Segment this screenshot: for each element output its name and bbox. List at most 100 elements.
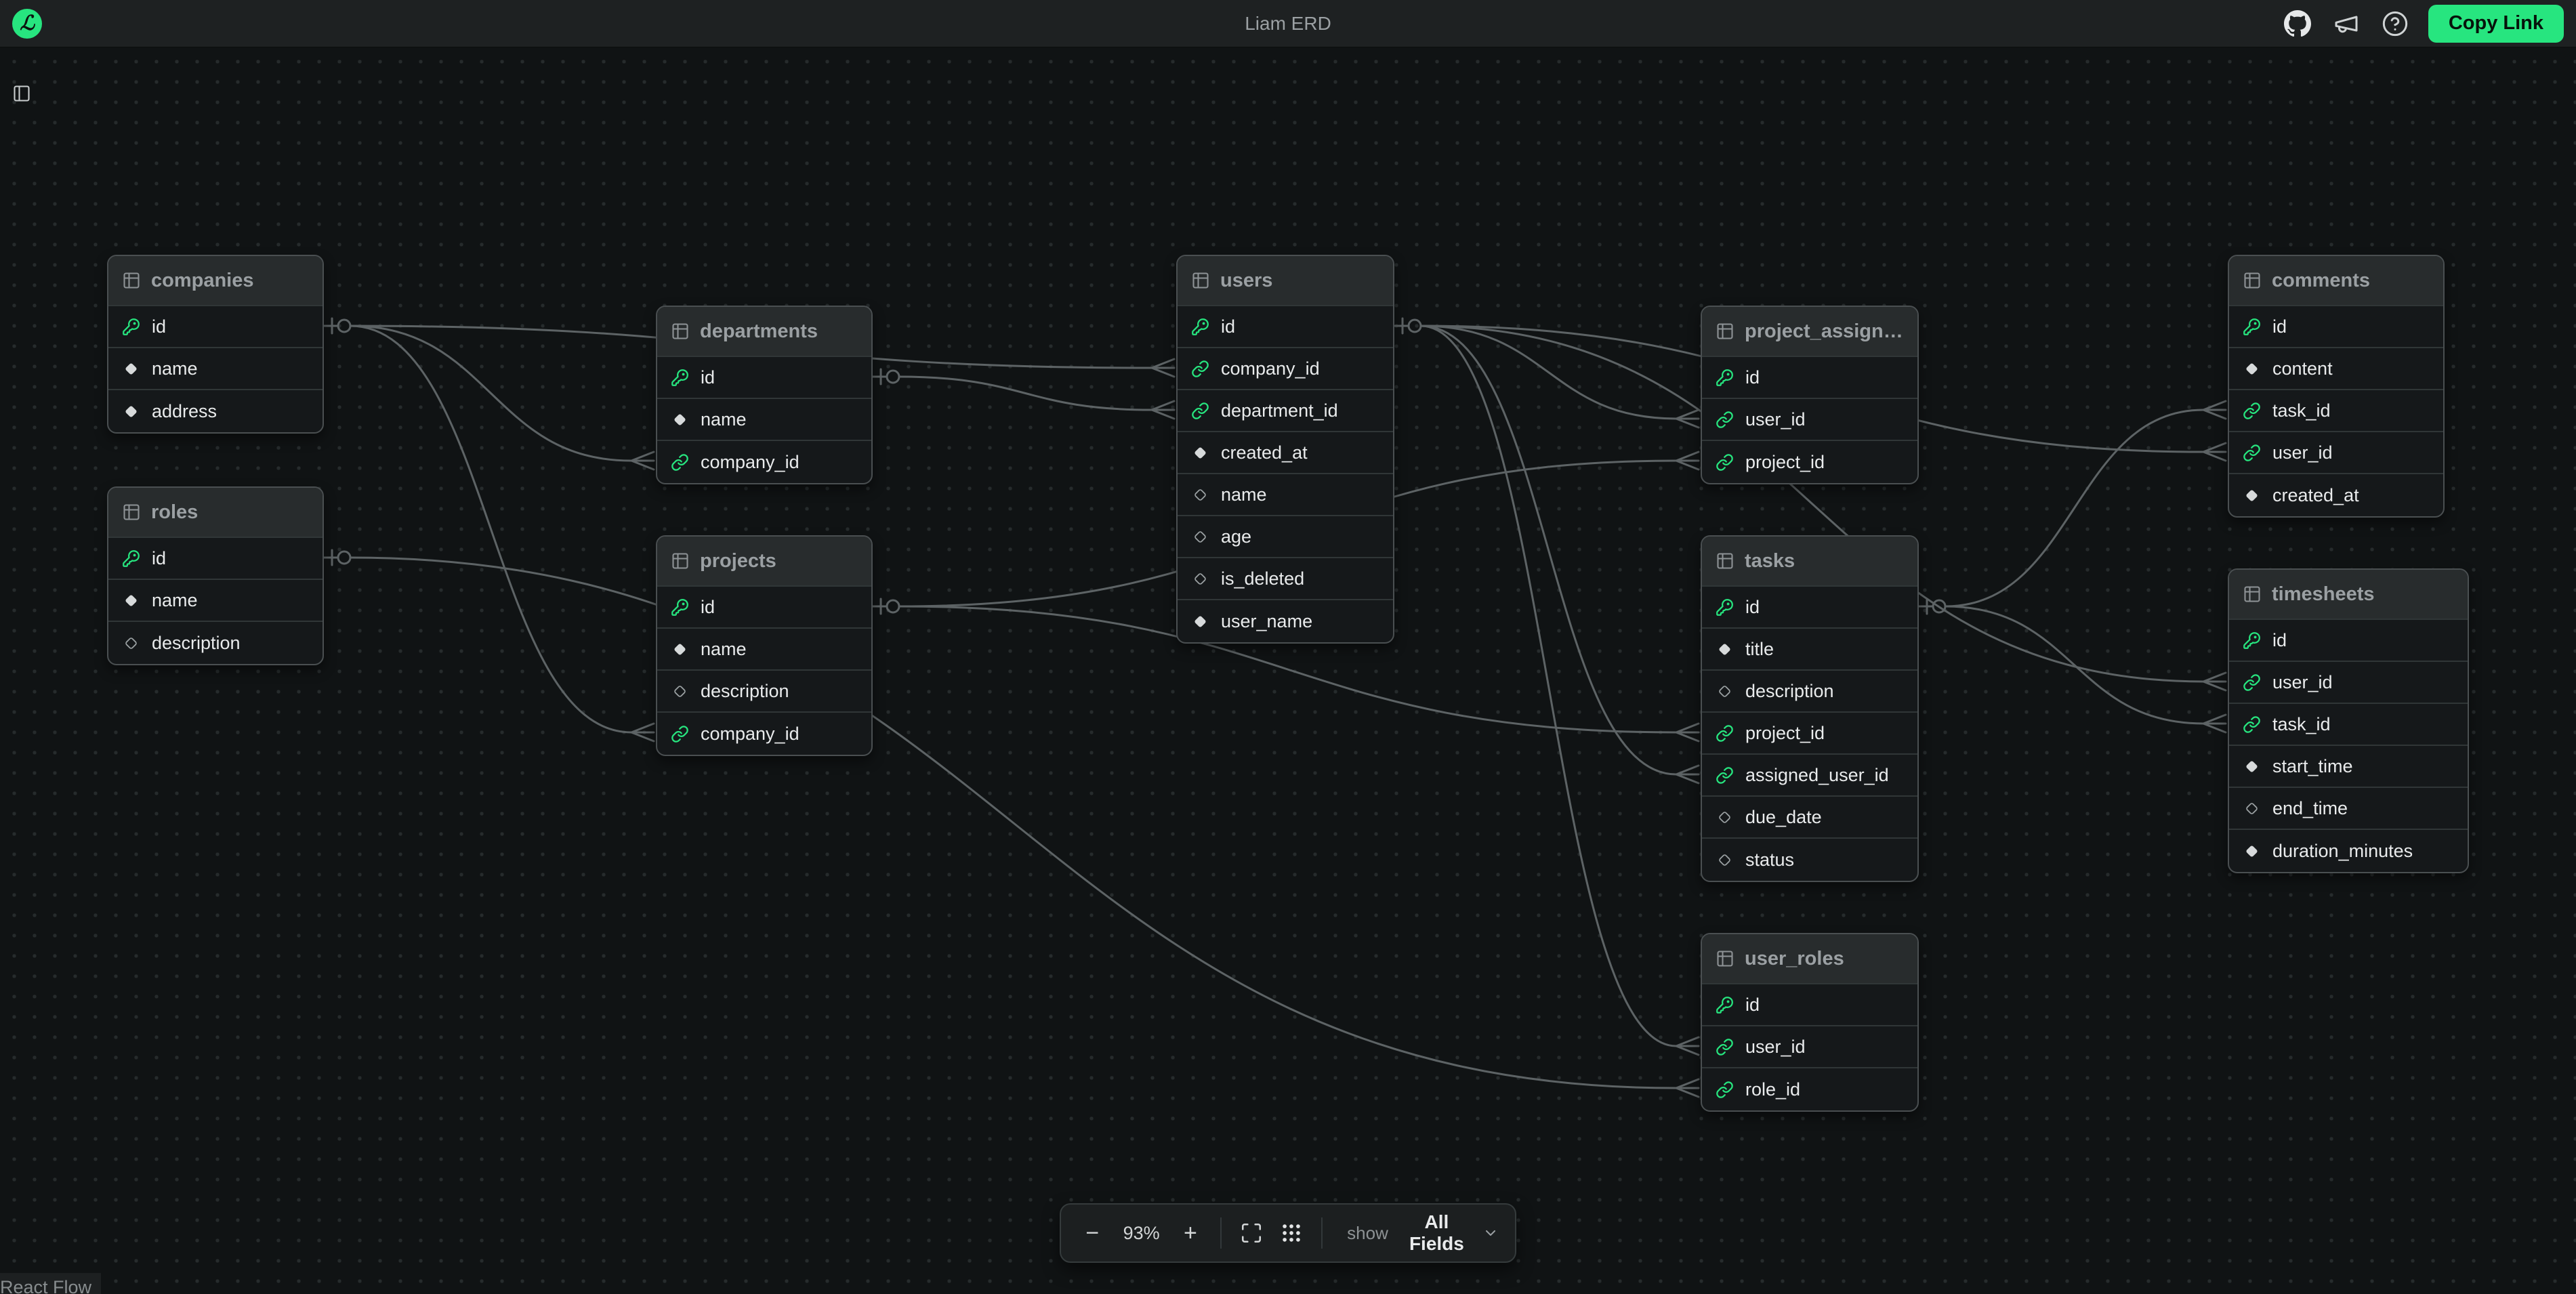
foreign-key-link-icon: [1191, 402, 1209, 420]
column-row-departments-company_id[interactable]: company_id: [657, 441, 871, 483]
column-row-tasks-assigned_user_id[interactable]: assigned_user_id: [1702, 755, 1917, 797]
foreign-key-link-icon: [1716, 766, 1734, 785]
column-name: id: [2272, 316, 2287, 337]
feedback-button[interactable]: [2331, 8, 2362, 39]
column-row-roles-description[interactable]: description: [108, 622, 323, 664]
column-name: user_id: [1745, 1037, 1806, 1058]
column-row-tasks-title[interactable]: title: [1702, 629, 1917, 671]
nullable-icon: [1716, 851, 1734, 869]
help-button[interactable]: [2380, 8, 2411, 39]
foreign-key-link-icon: [2243, 444, 2261, 462]
table-node-project_assignments[interactable]: project_assignme...iduser_id project_id: [1701, 306, 1919, 484]
table-header-projects[interactable]: projects: [657, 537, 871, 587]
table-header-user_roles[interactable]: user_roles: [1702, 934, 1917, 984]
column-row-projects-company_id[interactable]: company_id: [657, 713, 871, 755]
table-header-departments[interactable]: departments: [657, 307, 871, 357]
react-flow-attribution[interactable]: React Flow: [0, 1273, 101, 1294]
column-row-comments-content[interactable]: content: [2229, 348, 2443, 390]
column-row-timesheets-end_time[interactable]: end_time: [2229, 788, 2468, 830]
column-name: title: [1745, 639, 1774, 660]
table-header-users[interactable]: users: [1178, 256, 1393, 306]
sidebar-toggle-button[interactable]: [8, 80, 35, 109]
column-name: created_at: [1221, 442, 1308, 463]
app-header: ℒ Liam ERD Copy Link: [0, 0, 2576, 47]
table-header-companies[interactable]: companies: [108, 256, 323, 306]
table-header-roles[interactable]: roles: [108, 488, 323, 538]
toolbar-divider: [1220, 1217, 1222, 1249]
erd-canvas[interactable]: [0, 47, 2576, 1294]
column-row-users-created_at[interactable]: created_at: [1178, 432, 1393, 474]
column-row-companies-name[interactable]: name: [108, 348, 323, 390]
column-row-roles-name[interactable]: name: [108, 580, 323, 622]
column-row-users-id[interactable]: id: [1178, 306, 1393, 348]
table-header-project_assignments[interactable]: project_assignme...: [1702, 307, 1917, 357]
column-row-timesheets-user_id[interactable]: user_id: [2229, 662, 2468, 704]
table-node-roles[interactable]: rolesidnamedescription: [107, 486, 324, 665]
table-node-tasks[interactable]: tasksid title descriptionproject_idassigne…: [1701, 535, 1919, 882]
column-row-tasks-id[interactable]: id: [1702, 587, 1917, 629]
column-row-companies-address[interactable]: address: [108, 390, 323, 432]
column-name: company_id: [1221, 358, 1320, 379]
column-row-users-user_name[interactable]: user_name: [1178, 600, 1393, 642]
column-name: project_id: [1745, 452, 1825, 473]
column-row-timesheets-start_time[interactable]: start_time: [2229, 746, 2468, 788]
column-row-roles-id[interactable]: id: [108, 538, 323, 580]
column-row-users-department_id[interactable]: department_id: [1178, 390, 1393, 432]
column-row-project_assignments-project_id[interactable]: project_id: [1702, 441, 1917, 483]
table-node-users[interactable]: users id company_id department_id created_at…: [1176, 255, 1394, 644]
not-null-icon: [122, 591, 140, 610]
zoom-out-button[interactable]: −: [1077, 1214, 1108, 1252]
column-row-comments-user_id[interactable]: user_id: [2229, 432, 2443, 474]
column-row-timesheets-task_id[interactable]: task_id: [2229, 704, 2468, 746]
column-row-projects-description[interactable]: description: [657, 671, 871, 713]
table-icon: [122, 503, 141, 522]
table-header-tasks[interactable]: tasks: [1702, 537, 1917, 587]
not-null-icon: [671, 411, 689, 429]
table-node-comments[interactable]: comments id contenttask_iduser_idcreated_a…: [2228, 255, 2445, 518]
column-row-project_assignments-user_id[interactable]: user_id: [1702, 399, 1917, 441]
column-row-projects-name[interactable]: name: [657, 629, 871, 671]
tidy-up-button[interactable]: [1276, 1214, 1307, 1252]
column-name: is_deleted: [1221, 568, 1304, 589]
fields-filter-dropdown[interactable]: All Fields: [1398, 1211, 1499, 1255]
table-node-departments[interactable]: departmentsidnamecompany_id: [656, 306, 873, 484]
toolbar-divider: [1321, 1217, 1323, 1249]
column-row-departments-id[interactable]: id: [657, 357, 871, 399]
table-node-companies[interactable]: companies id name address: [107, 255, 324, 434]
table-header-comments[interactable]: comments: [2229, 256, 2443, 306]
github-button[interactable]: [2282, 8, 2313, 39]
column-row-users-company_id[interactable]: company_id: [1178, 348, 1393, 390]
column-row-timesheets-duration_minutes[interactable]: duration_minutes: [2229, 830, 2468, 872]
column-row-departments-name[interactable]: name: [657, 399, 871, 441]
fit-view-button[interactable]: [1237, 1214, 1267, 1252]
table-node-timesheets[interactable]: timesheetsiduser_idtask_idstart_timeend_…: [2228, 568, 2469, 873]
column-row-comments-created_at[interactable]: created_at: [2229, 474, 2443, 516]
column-row-users-age[interactable]: age: [1178, 516, 1393, 558]
column-row-users-name[interactable]: name: [1178, 474, 1393, 516]
not-null-icon: [2243, 360, 2261, 378]
table-icon: [1191, 271, 1210, 290]
column-row-users-is_deleted[interactable]: is_deleted: [1178, 558, 1393, 600]
column-row-tasks-due_date[interactable]: due_date: [1702, 797, 1917, 839]
column-row-projects-id[interactable]: id: [657, 587, 871, 629]
column-row-comments-task_id[interactable]: task_id: [2229, 390, 2443, 432]
column-row-tasks-project_id[interactable]: project_id: [1702, 713, 1917, 755]
column-name: id: [1221, 316, 1235, 337]
column-row-timesheets-id[interactable]: id: [2229, 620, 2468, 662]
column-row-comments-id[interactable]: id: [2229, 306, 2443, 348]
copy-link-button[interactable]: Copy Link: [2428, 5, 2564, 43]
column-row-user_roles-user_id[interactable]: user_id: [1702, 1026, 1917, 1068]
column-row-user_roles-role_id[interactable]: role_id: [1702, 1068, 1917, 1110]
table-header-timesheets[interactable]: timesheets: [2229, 570, 2468, 620]
column-row-tasks-status[interactable]: status: [1702, 839, 1917, 881]
column-row-project_assignments-id[interactable]: id: [1702, 357, 1917, 399]
column-row-companies-id[interactable]: id: [108, 306, 323, 348]
zoom-in-button[interactable]: +: [1176, 1214, 1206, 1252]
table-node-user_roles[interactable]: user_rolesid user_id role_id: [1701, 933, 1919, 1112]
column-name: address: [152, 401, 217, 422]
liam-logo[interactable]: ℒ: [12, 9, 42, 39]
column-name: id: [152, 316, 166, 337]
table-node-projects[interactable]: projectsidnamedescriptioncompany_id: [656, 535, 873, 756]
column-row-user_roles-id[interactable]: id: [1702, 984, 1917, 1026]
column-row-tasks-description[interactable]: description: [1702, 671, 1917, 713]
